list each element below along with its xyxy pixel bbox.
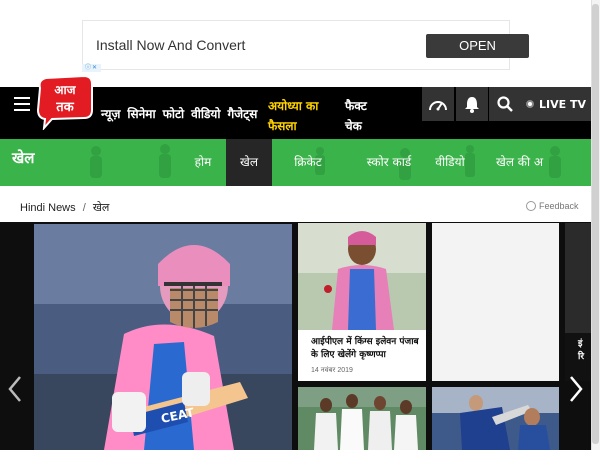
ad-choices-icon[interactable]: ⓘ✕ (82, 64, 101, 72)
nav-item-fact-check[interactable]: फैक्ट चेक (345, 96, 385, 136)
hero-image[interactable]: CEAT (34, 224, 292, 450)
card-image (298, 223, 426, 330)
card-title[interactable]: आईपीएल में किंग्स इलेवन पंजाब के लिए खेल… (311, 336, 421, 362)
feedback-link[interactable]: Feedback (526, 201, 579, 211)
section-title: खेल (12, 149, 35, 167)
ad-open-button[interactable]: OPEN (426, 34, 529, 58)
slider-area: CEAT आईपीएल में किंग्स इलेवन पंजाब के लि… (0, 222, 591, 450)
nav-item-gadgets[interactable]: गैजेट्स (228, 87, 258, 122)
card-date: 14 नवंबर 2019 (311, 367, 353, 374)
ad-banner[interactable]: Install Now And Convert OPEN (82, 20, 529, 70)
nav-item-ayodhya[interactable]: अयोध्या का फैसला (268, 96, 344, 136)
search-icon[interactable] (489, 87, 521, 121)
aajtak-logo[interactable]: आज तक (34, 74, 96, 130)
scrollbar[interactable] (591, 0, 600, 450)
card-image (432, 387, 559, 450)
svg-text:तक: तक (55, 100, 74, 115)
tab-cricket[interactable]: क्रिकेट (288, 139, 328, 186)
tab-video[interactable]: वीडियो (430, 139, 470, 186)
main-nav: न्यूज़ सिनेमा फोटो वीडियो गैजेट्स (101, 87, 264, 139)
chevron-left-icon (8, 376, 21, 402)
scrollbar-thumb[interactable] (592, 4, 599, 444)
news-card[interactable] (298, 387, 426, 450)
slider-prev-button[interactable] (5, 372, 25, 406)
nav-item-cinema[interactable]: सिनेमा (127, 87, 155, 122)
tab-home[interactable]: होम (183, 139, 223, 186)
next-card-text: इं रि (578, 339, 585, 362)
cricketer-illustration: CEAT (34, 224, 292, 450)
live-tv-button[interactable]: LIVE TV (521, 87, 591, 121)
speedometer-icon[interactable] (422, 87, 454, 121)
breadcrumb-home[interactable]: Hindi News (20, 202, 76, 214)
svg-text:आज: आज (54, 83, 76, 97)
bell-icon[interactable] (456, 87, 488, 121)
nav-item-video[interactable]: वीडियो (191, 87, 220, 122)
feedback-icon (526, 201, 536, 211)
site-header: आज तक न्यूज़ सिनेमा फोटो वीडियो गैजेट्स … (0, 74, 591, 139)
breadcrumb: Hindi News / खेल (20, 200, 109, 215)
breadcrumb-current: खेल (92, 202, 110, 214)
news-card-placeholder[interactable] (432, 223, 559, 381)
live-dot-icon (526, 100, 534, 108)
nav-item-news[interactable]: न्यूज़ (101, 87, 120, 122)
tab-sports[interactable]: खेल (226, 139, 272, 186)
breadcrumb-separator: / (82, 202, 86, 214)
nav-item-photo[interactable]: फोटो (163, 87, 185, 122)
tab-sports-more[interactable]: खेल की अ (496, 139, 548, 186)
ad-text: Install Now And Convert (96, 37, 246, 53)
news-card[interactable] (432, 387, 559, 450)
card-image (298, 387, 426, 450)
section-bar: खेल होम खेल क्रिकेट स्कोर कार्ड वीडियो ख… (0, 139, 591, 186)
menu-icon[interactable] (14, 97, 30, 111)
slider-next-button[interactable] (566, 372, 586, 406)
tab-scorecard[interactable]: स्कोर कार्ड (350, 139, 428, 186)
chevron-right-icon (570, 376, 583, 402)
news-card[interactable]: आईपीएल में किंग्स इलेवन पंजाब के लिए खेल… (298, 223, 426, 381)
